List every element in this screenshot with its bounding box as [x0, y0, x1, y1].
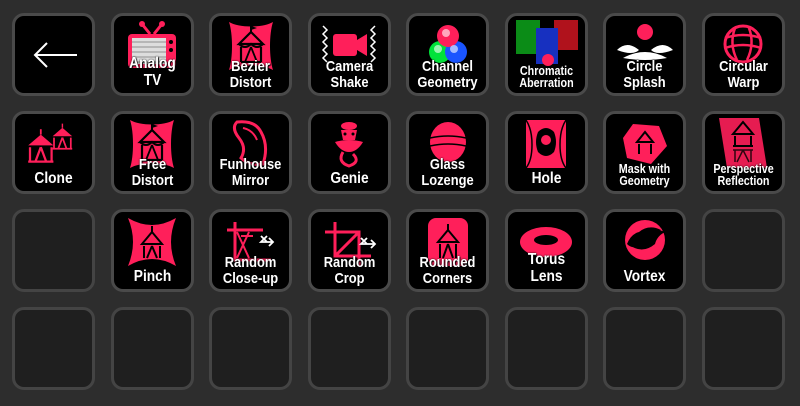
back-key[interactable]	[12, 13, 95, 96]
effect-key-bezier-distort[interactable]: Bezier Distort	[209, 13, 292, 96]
effect-key-analog-tv[interactable]: Analog TV	[110, 13, 194, 96]
key-label: Chromatic Aberration	[518, 63, 574, 91]
key-label: Channel Geometry	[417, 58, 478, 91]
empty-key[interactable]	[504, 307, 588, 390]
empty-key[interactable]	[12, 307, 95, 390]
effect-key-rounded-corners[interactable]: Rounded Corners	[406, 209, 489, 292]
empty-key[interactable]	[603, 307, 686, 390]
back-arrow-icon	[33, 41, 77, 68]
key-label: Circular Warp	[718, 58, 768, 91]
genie-icon	[335, 122, 363, 168]
hole-icon	[525, 119, 567, 169]
key-label: Pinch	[133, 267, 171, 285]
key-label: Camera Shake	[325, 58, 373, 91]
key-grid: Analog TV Bezier Distort Camera Shake Ch…	[12, 13, 785, 390]
effect-key-channel-geometry[interactable]: Channel Geometry	[406, 13, 489, 96]
key-label: Clone	[34, 169, 73, 187]
key-label: Funhouse Mirror	[219, 156, 282, 189]
empty-key[interactable]	[307, 307, 391, 390]
effect-key-genie[interactable]: Genie	[307, 111, 391, 194]
effect-key-perspective-reflection[interactable]: Perspective Reflection	[701, 111, 785, 194]
effect-key-circular-warp[interactable]: Circular Warp	[701, 13, 785, 96]
key-label: Circle Splash	[623, 58, 666, 91]
effect-key-torus-lens[interactable]: Torus Lens	[504, 209, 588, 292]
key-label: Mask with Geometry	[618, 161, 671, 189]
effect-key-random-close-up[interactable]: Random Close-up	[209, 209, 292, 292]
empty-key[interactable]	[110, 307, 194, 390]
empty-key[interactable]	[701, 307, 785, 390]
key-label: Random Crop	[323, 254, 375, 287]
effect-key-free-distort[interactable]: Free Distort	[110, 111, 194, 194]
key-label: Free Distort	[131, 156, 173, 189]
empty-key[interactable]	[406, 307, 489, 390]
effect-key-glass-lozenge[interactable]: Glass Lozenge	[406, 111, 489, 194]
key-label: Perspective Reflection	[712, 161, 774, 189]
empty-key[interactable]	[209, 307, 292, 390]
effect-key-clone[interactable]: Clone	[12, 111, 95, 194]
effect-key-funhouse-mirror[interactable]: Funhouse Mirror	[209, 111, 292, 194]
empty-key[interactable]	[12, 209, 95, 292]
key-label: Bezier Distort	[229, 58, 272, 91]
effect-key-mask-with-geometry[interactable]: Mask with Geometry	[603, 111, 686, 194]
empty-key[interactable]	[701, 209, 785, 292]
key-label: Rounded Corners	[419, 254, 476, 287]
effect-key-circle-splash[interactable]: Circle Splash	[603, 13, 686, 96]
key-label: Genie	[329, 169, 369, 187]
effect-key-vortex[interactable]: Vortex	[603, 209, 686, 292]
effect-key-hole[interactable]: Hole	[504, 111, 588, 194]
key-label: Random Close-up	[222, 254, 279, 287]
effect-key-camera-shake[interactable]: Camera Shake	[307, 13, 391, 96]
key-label: Vortex	[623, 267, 666, 285]
key-label: Hole	[531, 169, 561, 187]
key-label: Analog TV	[128, 55, 176, 89]
pinch-icon	[128, 218, 176, 266]
effect-key-chromatic-aberration[interactable]: Chromatic Aberration	[504, 13, 588, 96]
effect-key-random-crop[interactable]: Random Crop	[307, 209, 391, 292]
effect-key-pinch[interactable]: Pinch	[110, 209, 194, 292]
vortex-icon	[624, 220, 665, 260]
key-label: Glass Lozenge	[421, 156, 474, 189]
key-label: Torus Lens	[527, 251, 565, 285]
circus-tents-icon	[27, 123, 72, 163]
